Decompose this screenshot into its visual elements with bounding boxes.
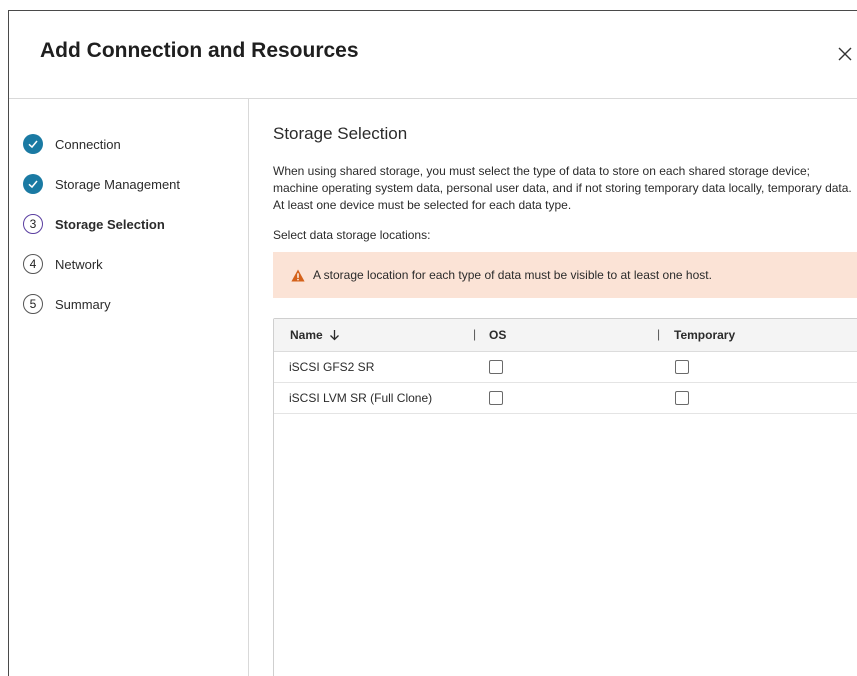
step-number: 3 [23, 214, 43, 234]
dialog-header: Add Connection and Resources [9, 11, 857, 99]
add-connection-dialog: Add Connection and Resources Connection … [8, 10, 857, 676]
main-content: Storage Selection When using shared stor… [273, 99, 857, 676]
column-separator[interactable]: | [657, 327, 660, 341]
temporary-checkbox[interactable] [675, 391, 689, 405]
section-title: Storage Selection [273, 124, 408, 143]
column-header-label: Name [290, 328, 323, 342]
select-label: Select data storage locations: [273, 228, 431, 242]
column-header-os[interactable]: OS [489, 328, 506, 342]
step-number: 5 [23, 294, 43, 314]
step-number: 4 [23, 254, 43, 274]
step-label: Summary [55, 296, 111, 312]
os-checkbox[interactable] [489, 360, 503, 374]
step-storage-management[interactable]: Storage Management [23, 172, 180, 196]
table-header: Name | OS | Temporary [274, 319, 857, 352]
table-row: iSCSI LVM SR (Full Clone) [274, 383, 857, 414]
checkmark-icon [23, 134, 43, 154]
step-summary[interactable]: 5 Summary [23, 292, 111, 316]
storage-table: Name | OS | Temporary iSCSI GFS2 SR iSCS… [273, 318, 857, 676]
table-row: iSCSI GFS2 SR [274, 352, 857, 383]
section-description: When using shared storage, you must sele… [273, 164, 852, 212]
column-header-temporary[interactable]: Temporary [674, 328, 735, 342]
storage-name: iSCSI GFS2 SR [289, 360, 375, 374]
close-icon [838, 47, 852, 61]
warning-icon [291, 269, 305, 281]
step-label: Network [55, 256, 103, 272]
storage-name: iSCSI LVM SR (Full Clone) [289, 391, 433, 405]
column-header-name[interactable]: Name [290, 328, 340, 344]
close-button[interactable] [836, 45, 854, 63]
temporary-checkbox[interactable] [675, 360, 689, 374]
arrow-down-icon[interactable] [329, 329, 340, 344]
warning-text: A storage location for each type of data… [313, 268, 712, 282]
column-separator[interactable]: | [473, 327, 476, 341]
dialog-title: Add Connection and Resources [40, 39, 359, 62]
step-label: Connection [55, 136, 121, 152]
step-connection[interactable]: Connection [23, 132, 121, 156]
step-label: Storage Management [55, 176, 181, 192]
step-label: Storage Selection [55, 216, 165, 232]
os-checkbox[interactable] [489, 391, 503, 405]
warning-banner: A storage location for each type of data… [273, 252, 857, 298]
step-network[interactable]: 4 Network [23, 252, 103, 276]
wizard-steps-sidebar: Connection Storage Management 3 Storage … [9, 99, 249, 676]
step-storage-selection[interactable]: 3 Storage Selection [23, 212, 165, 236]
checkmark-icon [23, 174, 43, 194]
